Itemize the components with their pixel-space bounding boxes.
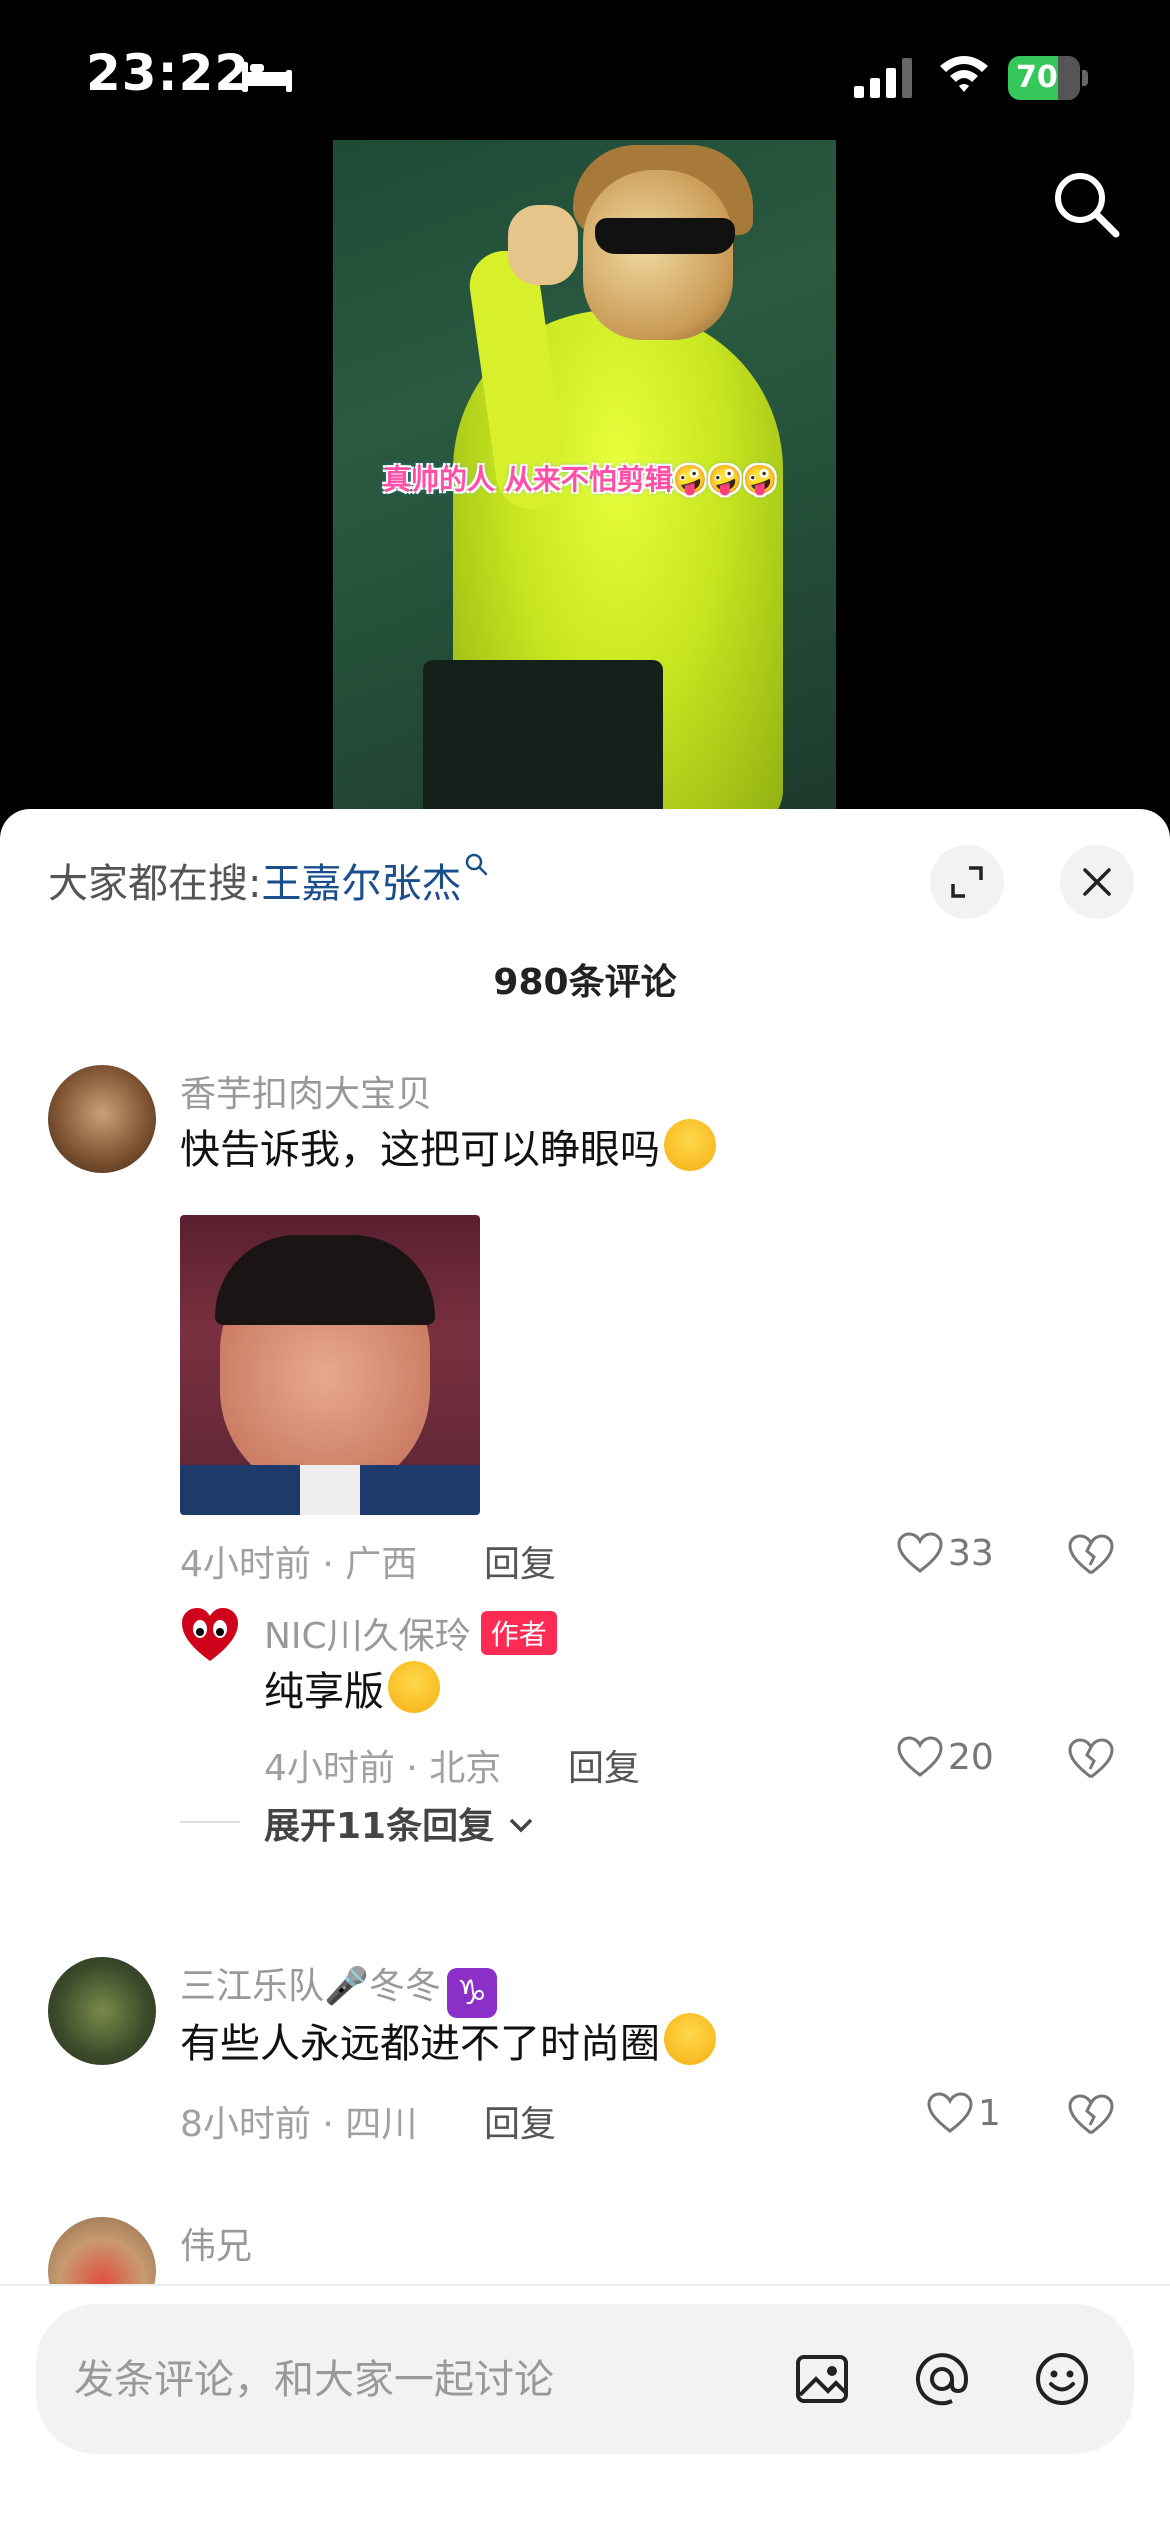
status-time: 23:22 — [86, 44, 251, 102]
like-button[interactable]: 33 — [896, 1531, 994, 1575]
avatar[interactable] — [48, 1957, 156, 2065]
image-icon[interactable] — [792, 2349, 852, 2409]
comment-input-bar — [0, 2284, 1170, 2534]
sunglasses — [595, 218, 735, 254]
reply-button[interactable]: 回复 — [484, 2095, 556, 2147]
like-button[interactable]: 1 — [926, 2091, 1001, 2135]
comment-text: 快告诉我，这把可以睁眼吗 — [180, 1117, 716, 1175]
close-icon — [1083, 868, 1111, 896]
emoji-icon[interactable] — [1032, 2349, 1092, 2409]
heart-icon — [927, 2092, 973, 2133]
broken-heart-icon[interactable] — [1066, 1531, 1116, 1579]
like-count: 1 — [978, 2093, 1001, 2134]
video-player[interactable]: 真帅的人 从来不怕剪辑🤪🤪🤪 — [333, 140, 836, 815]
chevron-down-icon — [509, 1818, 532, 1833]
search-small-icon — [466, 853, 488, 876]
comment-sticker-image[interactable] — [180, 1215, 480, 1515]
expand-divider — [180, 1821, 240, 1823]
heart-icon — [897, 1736, 943, 1777]
expand-replies-button[interactable]: 展开11条回复 — [264, 1797, 535, 1849]
close-sheet-button[interactable] — [1060, 845, 1134, 919]
mention-icon[interactable] — [912, 2349, 972, 2409]
cellular-signal-icon — [854, 58, 912, 98]
sleep-mode-icon — [242, 62, 292, 92]
crying-emoji-icon — [664, 2013, 716, 2065]
reply-text: 纯享版 — [264, 1659, 440, 1717]
expand-sheet-button[interactable] — [930, 845, 1004, 919]
battery-indicator: 70 — [1008, 56, 1090, 100]
trending-prefix: 大家都在搜: — [48, 861, 262, 907]
like-count: 20 — [948, 1737, 994, 1778]
reply-button[interactable]: 回复 — [568, 1739, 640, 1791]
comment-input[interactable] — [72, 2339, 776, 2421]
comment-text: 有些人永远都进不了时尚圈 — [180, 2011, 716, 2069]
broken-heart-icon[interactable] — [1066, 2091, 1116, 2139]
comment-meta: 8小时前 · 四川 — [180, 2104, 418, 2145]
peeking-emoji-icon — [664, 1119, 716, 1171]
broken-heart-icon[interactable] — [1066, 1735, 1116, 1783]
reply-username[interactable]: NIC川久保玲 作者 — [264, 1607, 557, 1659]
comment-input-pill[interactable] — [36, 2304, 1134, 2454]
comment-username[interactable]: 伟兄 — [180, 2217, 252, 2269]
wifi-icon — [940, 56, 988, 92]
grinning-emoji-icon — [388, 1661, 440, 1713]
like-button[interactable]: 20 — [896, 1735, 994, 1779]
comment-username[interactable]: 三江乐队🎤冬冬 ♑ — [180, 1957, 497, 2018]
trending-term[interactable]: 王嘉尔张杰 — [261, 861, 461, 907]
author-avatar[interactable] — [180, 1605, 240, 1665]
trending-search[interactable]: 大家都在搜:王嘉尔张杰 — [48, 851, 489, 909]
heart-icon — [897, 1532, 943, 1573]
battery-level: 70 — [1016, 60, 1058, 95]
reply-meta: 4小时前 · 北京 — [264, 1748, 502, 1789]
comment-count: 980条评论 — [493, 962, 677, 1003]
comments-sheet: 大家都在搜:王嘉尔张杰 980条评论 香芋扣肉大宝贝 快告诉我，这把可以睁眼吗 … — [0, 809, 1170, 2532]
comment-meta: 4小时前 · 广西 — [180, 1544, 418, 1585]
like-count: 33 — [948, 1533, 994, 1574]
avatar[interactable] — [48, 1065, 156, 1173]
expand-icon — [951, 866, 983, 898]
author-badge: 作者 — [480, 1611, 557, 1655]
reply-button[interactable]: 回复 — [484, 1535, 556, 1587]
search-icon[interactable] — [1048, 166, 1124, 242]
video-caption: 真帅的人 从来不怕剪辑🤪🤪🤪 — [383, 463, 778, 496]
comment-username[interactable]: 香芋扣肉大宝贝 — [180, 1065, 432, 1117]
status-bar: 23:22 70 — [0, 0, 1170, 150]
